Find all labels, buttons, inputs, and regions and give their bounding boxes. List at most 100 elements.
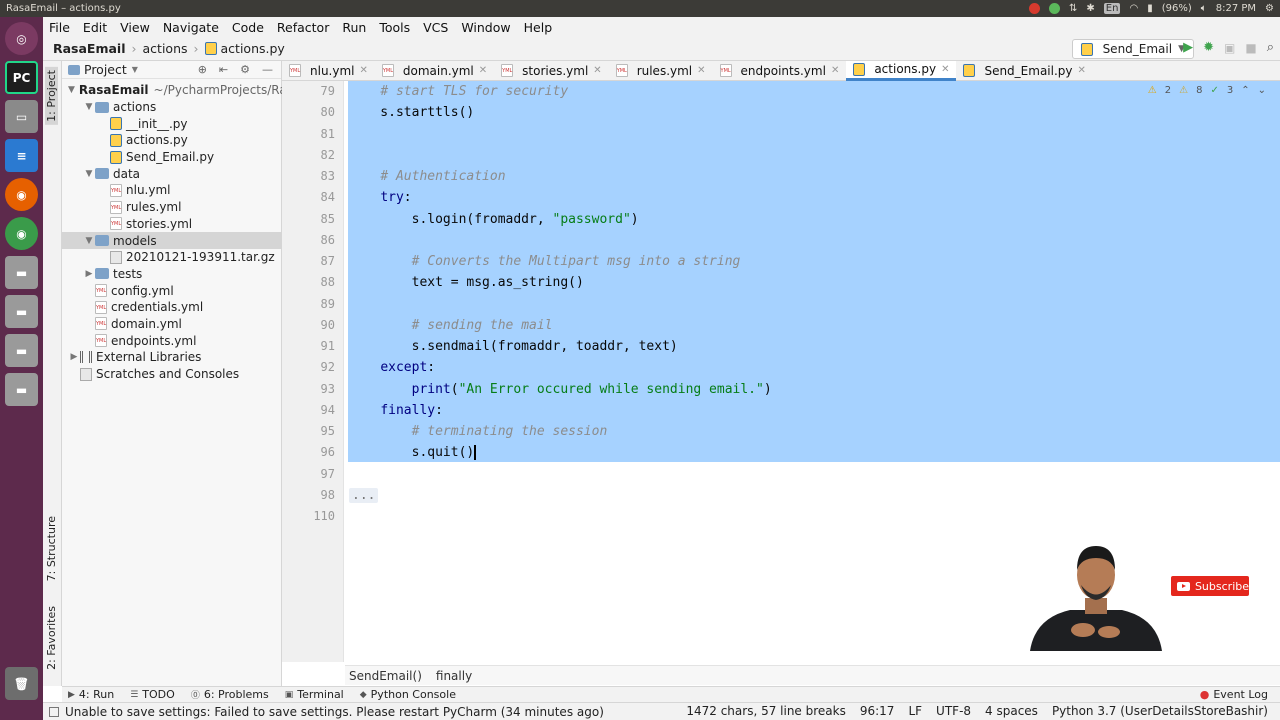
code-line[interactable]	[345, 124, 1280, 145]
code-line[interactable]: text = msg.as_string()	[345, 272, 1280, 293]
tree-item[interactable]: Send_Email.py	[62, 149, 282, 166]
tree-item[interactable]: 20210121-193911.tar.gz	[62, 249, 282, 266]
line-number[interactable]: 110	[295, 506, 335, 527]
code-breadcrumb-block[interactable]: finally	[436, 669, 472, 683]
disk-icon[interactable]: ▬	[5, 256, 38, 289]
line-number[interactable]: 93	[295, 379, 335, 400]
wifi-icon[interactable]: ◠	[1129, 3, 1138, 14]
project-panel-title[interactable]: Project	[84, 62, 127, 77]
tree-item[interactable]: YML endpoints.yml	[62, 332, 282, 349]
menu-view[interactable]: View	[120, 20, 150, 35]
code-line[interactable]: except:	[345, 357, 1280, 378]
chevron-down-icon[interactable]: ▼	[83, 236, 95, 246]
tree-item[interactable]: YML rules.yml	[62, 199, 282, 216]
clock[interactable]: 8:27 PM	[1216, 3, 1256, 14]
code-line[interactable]: s.login(fromaddr, "password")	[345, 209, 1280, 230]
firefox-icon[interactable]: ◉	[5, 178, 38, 211]
tree-item[interactable]: YML nlu.yml	[62, 182, 282, 199]
volume-icon[interactable]: 🔈︎	[1201, 3, 1207, 14]
pycharm-icon[interactable]: PC	[5, 61, 38, 94]
tab-nlu-yml[interactable]: YML nlu.yml ✕	[282, 61, 375, 81]
close-icon[interactable]: ✕	[941, 64, 949, 75]
menu-edit[interactable]: Edit	[83, 20, 107, 35]
tree-item[interactable]: ▶ tests	[62, 266, 282, 283]
disk-icon[interactable]: ▬	[5, 295, 38, 328]
line-separator[interactable]: LF	[908, 704, 922, 718]
code-line[interactable]: ...	[345, 485, 1280, 506]
menu-help[interactable]: Help	[524, 20, 553, 35]
menu-file[interactable]: File	[49, 20, 70, 35]
breadcrumb-file[interactable]: actions.py	[221, 41, 285, 56]
line-number[interactable]: 94	[295, 400, 335, 421]
record-icon[interactable]	[1029, 3, 1041, 14]
line-number[interactable]: 79	[295, 81, 335, 102]
tab-actions-py[interactable]: actions.py ✕	[846, 60, 957, 81]
tree-item[interactable]: ▶ External Libraries	[62, 349, 282, 366]
code-line[interactable]: print("An Error occured while sending em…	[345, 379, 1280, 400]
line-number[interactable]: 97	[295, 464, 335, 485]
code-line[interactable]: finally:	[345, 400, 1280, 421]
chevron-down-icon[interactable]: ▼	[83, 169, 95, 179]
line-number[interactable]: 80	[295, 102, 335, 123]
code-line[interactable]: # terminating the session	[345, 421, 1280, 442]
menu-run[interactable]: Run	[342, 20, 366, 35]
line-number[interactable]: 98	[295, 485, 335, 506]
tab-endpoints-yml[interactable]: YML endpoints.yml ✕	[713, 61, 847, 81]
code-line[interactable]	[345, 294, 1280, 315]
code-line[interactable]: s.quit()	[345, 442, 1280, 463]
code-line[interactable]: # sending the mail	[345, 315, 1280, 336]
chevron-right-icon[interactable]: ▶	[68, 352, 80, 362]
run-icon[interactable]: ▶	[1183, 40, 1193, 55]
menu-refactor[interactable]: Refactor	[277, 20, 329, 35]
close-icon[interactable]: ✕	[479, 65, 487, 76]
tree-item[interactable]: ▼ data	[62, 165, 282, 182]
tool-window-6-problems[interactable]: ⓪ 6: Problems	[191, 688, 269, 701]
close-icon[interactable]: ✕	[1078, 65, 1086, 76]
line-number[interactable]: 85	[295, 209, 335, 230]
chrome-icon[interactable]: ◉	[5, 217, 38, 250]
event-log-button[interactable]: ● Event Log	[1200, 688, 1268, 701]
battery-icon[interactable]: ▮	[1147, 3, 1153, 14]
tree-item[interactable]: ▼ RasaEmail ~/PycharmProjects/Ra	[62, 82, 282, 99]
python-interpreter[interactable]: Python 3.7 (UserDetailsStoreBashir)	[1052, 704, 1268, 718]
line-number[interactable]: 92	[295, 357, 335, 378]
subscribe-button[interactable]: Subscribe	[1171, 576, 1249, 596]
coverage-icon[interactable]: ▣	[1224, 41, 1235, 55]
structure-tool-button[interactable]: 7: Structure	[45, 516, 58, 581]
tree-item[interactable]: YML domain.yml	[62, 316, 282, 333]
bluetooth-icon[interactable]: ✱	[1086, 3, 1094, 14]
tree-item[interactable]: YML credentials.yml	[62, 299, 282, 316]
close-icon[interactable]: ✕	[831, 65, 839, 76]
close-icon[interactable]: ✕	[359, 65, 367, 76]
indent-setting[interactable]: 4 spaces	[985, 704, 1038, 718]
folded-code[interactable]: ...	[349, 487, 379, 503]
line-number[interactable]: 88	[295, 272, 335, 293]
code-line[interactable]: s.sendmail(fromaddr, toaddr, text)	[345, 336, 1280, 357]
line-number[interactable]: 95	[295, 421, 335, 442]
tree-item[interactable]: ▼ actions	[62, 99, 282, 116]
stop-icon[interactable]: ■	[1245, 41, 1256, 55]
tool-window-terminal[interactable]: ▣ Terminal	[285, 688, 344, 701]
tree-item[interactable]: ▼ models	[62, 232, 282, 249]
file-encoding[interactable]: UTF-8	[936, 704, 971, 718]
keyboard-layout[interactable]: En	[1103, 3, 1121, 14]
debug-icon[interactable]: ✹	[1203, 40, 1214, 55]
status-message[interactable]: Unable to save settings: Failed to save …	[65, 705, 604, 719]
status-toggle-icon[interactable]	[49, 706, 59, 717]
chevron-down-icon[interactable]: ▼	[68, 85, 75, 95]
code-line[interactable]	[345, 230, 1280, 251]
menu-code[interactable]: Code	[232, 20, 264, 35]
gear-icon[interactable]: ⚙	[240, 63, 250, 76]
tool-window-python-console[interactable]: ◆ Python Console	[360, 688, 456, 701]
code-line[interactable]: s.starttls()	[345, 102, 1280, 123]
line-number[interactable]: 84	[295, 187, 335, 208]
run-configuration-select[interactable]: Send_Email ▼	[1071, 39, 1194, 59]
files-icon[interactable]: ▭	[5, 100, 38, 133]
line-number[interactable]: 91	[295, 336, 335, 357]
code-line[interactable]: # Converts the Multipart msg into a stri…	[345, 251, 1280, 272]
tab-send-email-py[interactable]: Send_Email.py ✕	[956, 61, 1092, 81]
ubuntu-dash-icon[interactable]: ◎	[5, 22, 38, 55]
line-number[interactable]: 82	[295, 145, 335, 166]
tree-item[interactable]: actions.py	[62, 132, 282, 149]
close-icon[interactable]: ✕	[697, 65, 705, 76]
